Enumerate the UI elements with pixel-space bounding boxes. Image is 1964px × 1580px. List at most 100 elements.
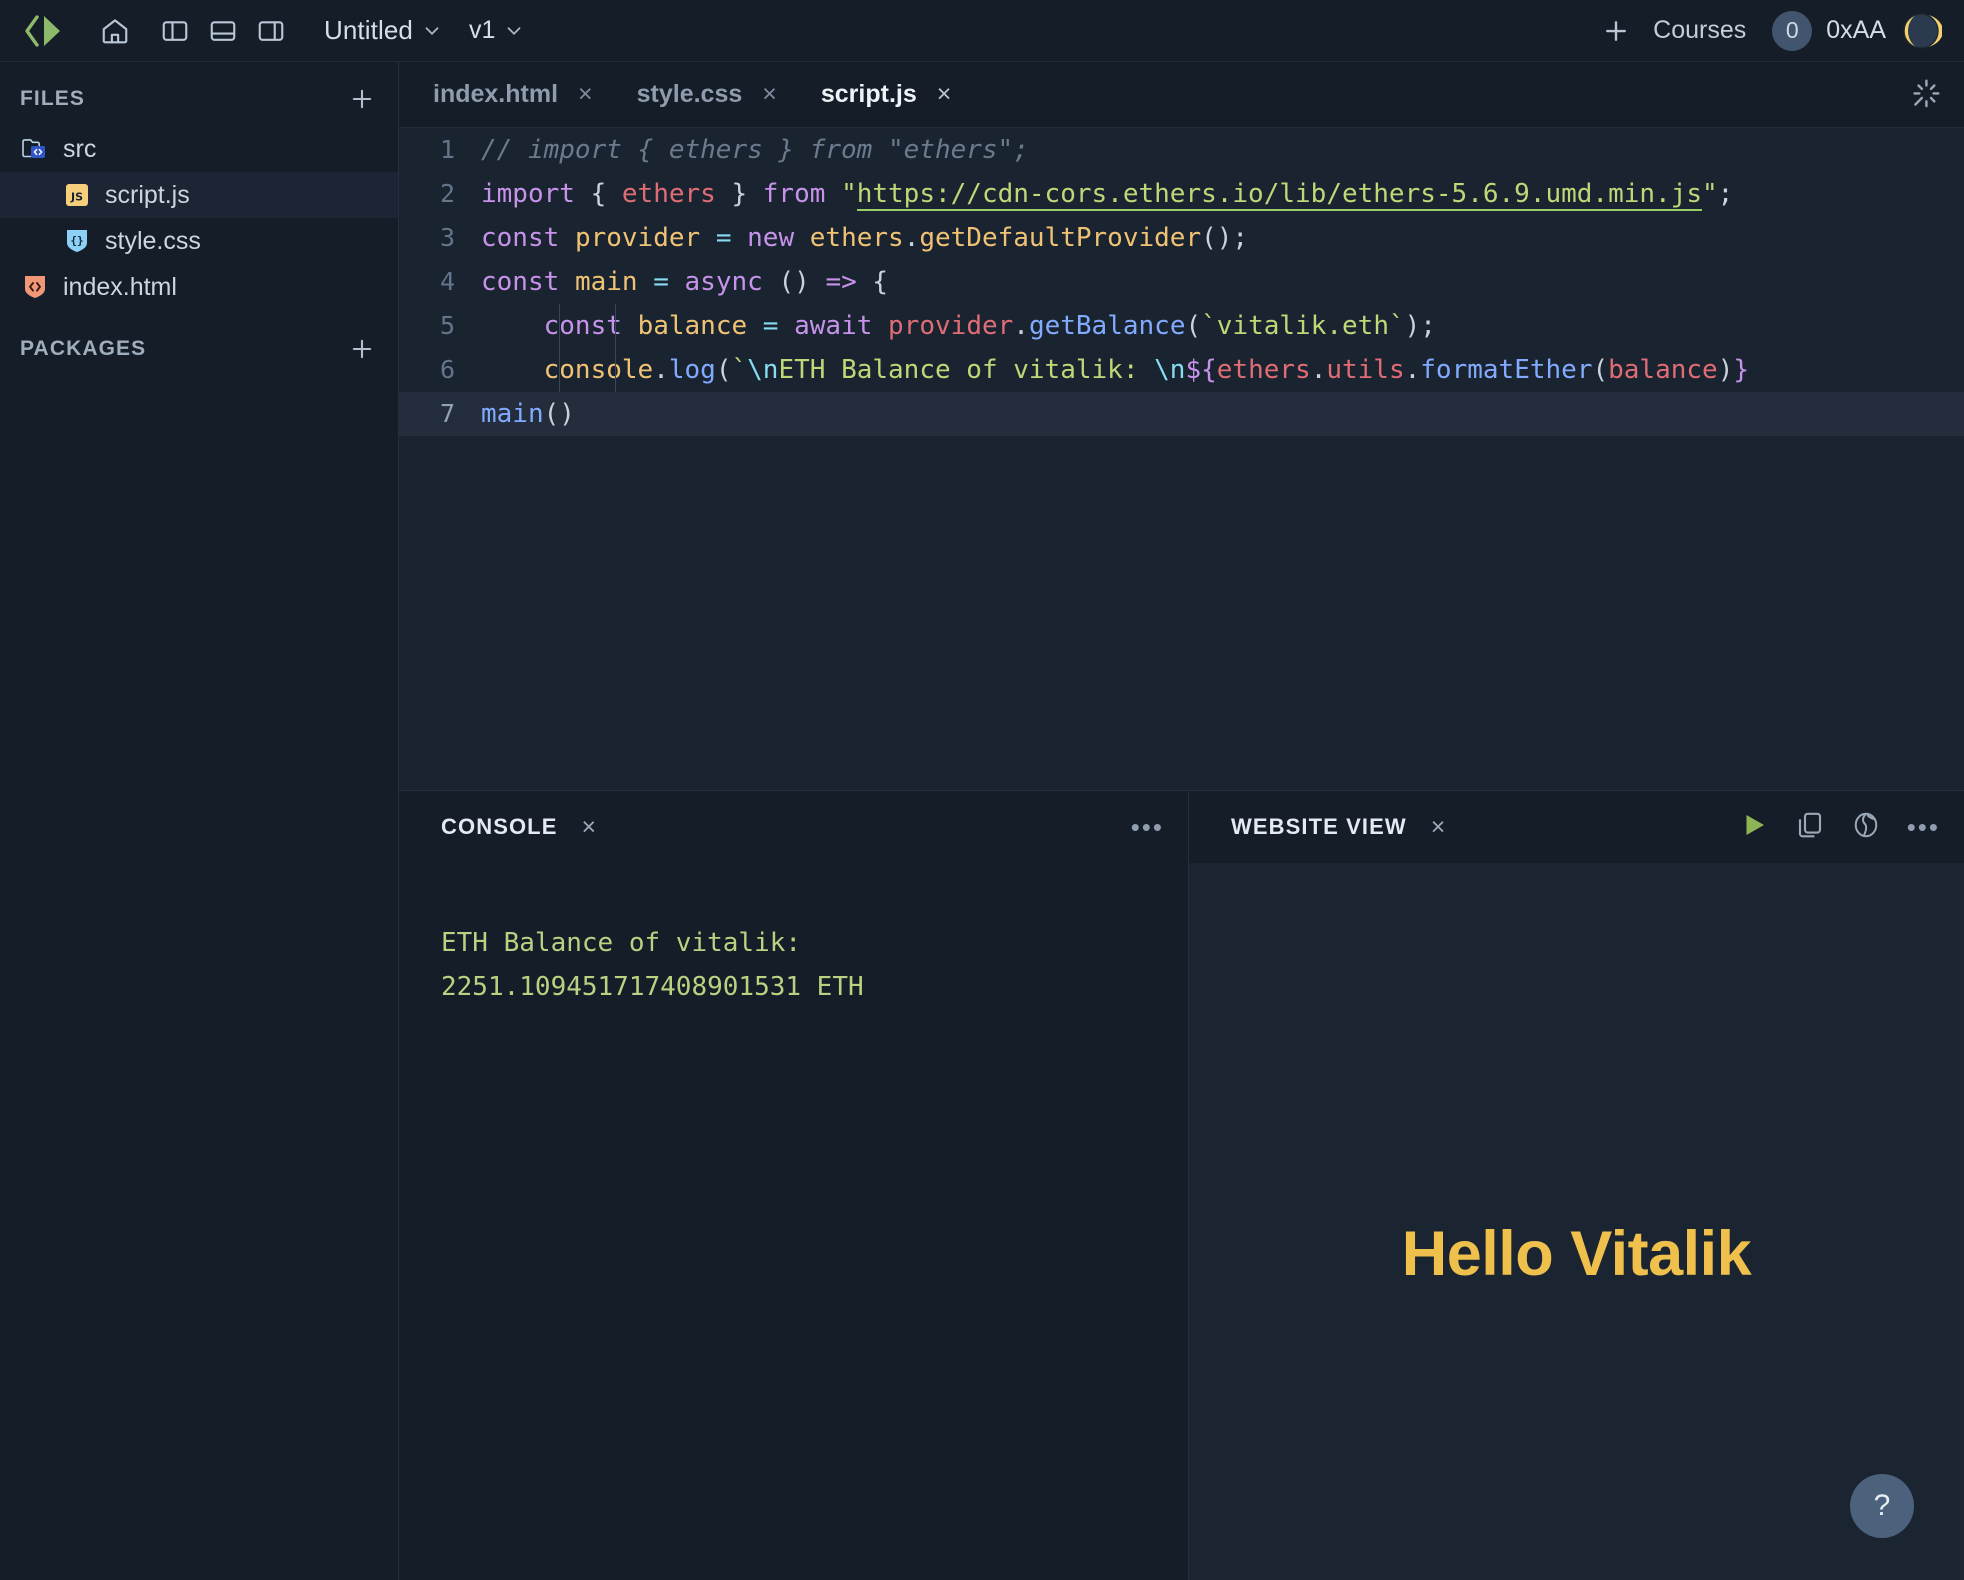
website-view-title: WEBSITE VIEW: [1231, 814, 1407, 840]
console-panel: CONSOLE × ••• ETH Balance of vitalik: 22…: [399, 791, 1189, 1580]
code-line-text: const balance = await provider.getBalanc…: [477, 304, 1436, 348]
chevron-down-icon[interactable]: [421, 20, 443, 42]
website-view-viewport: Hello Vitalik ?: [1189, 863, 1964, 1580]
code-line: 4 const main = async () => {: [399, 260, 1964, 304]
tab-label: index.html: [433, 80, 558, 109]
website-view-panel: WEBSITE VIEW ×: [1189, 791, 1964, 1580]
sparkle-ai-icon[interactable]: [1908, 75, 1942, 114]
code-line-text: const main = async () => {: [477, 260, 888, 304]
top-bar-left-group: Untitled v1: [18, 8, 525, 54]
project-title: Untitled: [324, 15, 413, 46]
close-icon[interactable]: ×: [762, 82, 777, 107]
account-name: 0xAA: [1826, 16, 1886, 45]
more-options-icon[interactable]: •••: [1907, 814, 1940, 840]
code-line: 5 const balance = await provider.getBala…: [399, 304, 1964, 348]
file-tree-item-style-css[interactable]: {} style.css: [0, 218, 398, 264]
line-number: 2: [399, 172, 477, 216]
code-area: 1 // import { ethers } from "ethers"; 2 …: [399, 128, 1964, 436]
svg-text:{}: {}: [70, 234, 83, 247]
files-section-header: FILES: [0, 72, 398, 126]
website-view-header: WEBSITE VIEW ×: [1189, 791, 1964, 863]
code-line-text: console.log(`\nETH Balance of vitalik: \…: [477, 348, 1749, 392]
layout-bottom-panel-icon[interactable]: [200, 8, 246, 54]
play-run-icon[interactable]: [1739, 810, 1769, 845]
help-button[interactable]: ?: [1850, 1474, 1914, 1538]
code-line-text: main(): [477, 392, 575, 436]
code-line: 2 import { ethers } from "https://cdn-co…: [399, 172, 1964, 216]
courses-link[interactable]: Courses: [1653, 16, 1746, 45]
console-panel-title: CONSOLE: [441, 814, 558, 840]
file-tree-item-label: src: [63, 135, 96, 164]
moon-theme-icon[interactable]: [1900, 10, 1942, 52]
file-tree-item-index-html[interactable]: index.html: [0, 264, 398, 310]
top-bar: Untitled v1 Courses 0 0xAA: [0, 0, 1964, 62]
code-line-text: // import { ethers } from "ethers";: [477, 128, 1029, 172]
close-icon[interactable]: ×: [582, 813, 597, 842]
copy-duplicate-icon[interactable]: [1795, 810, 1825, 845]
bottom-panels: CONSOLE × ••• ETH Balance of vitalik: 22…: [399, 790, 1964, 1580]
home-icon[interactable]: [92, 8, 138, 54]
file-tree-item-label: index.html: [63, 273, 177, 302]
js-file-icon: JS: [62, 180, 92, 210]
layout-right-panel-icon[interactable]: [248, 8, 294, 54]
css-file-icon: {}: [62, 226, 92, 256]
top-bar-right-group: Courses 0 0xAA: [1593, 8, 1942, 54]
file-tree-item-label: style.css: [105, 227, 201, 256]
code-line: 6 console.log(`\nETH Balance of vitalik:…: [399, 348, 1964, 392]
close-icon[interactable]: ×: [1431, 813, 1446, 842]
files-section-title: FILES: [20, 87, 85, 111]
code-line-text: const provider = new ethers.getDefaultPr…: [477, 216, 1248, 260]
line-number: 6: [399, 348, 477, 392]
line-number: 7: [399, 392, 477, 436]
code-line-text: import { ethers } from "https://cdn-cors…: [477, 172, 1733, 216]
console-panel-actions: •••: [1131, 814, 1164, 840]
close-icon[interactable]: ×: [937, 82, 952, 107]
code-line: 3 const provider = new ethers.getDefault…: [399, 216, 1964, 260]
more-options-icon[interactable]: •••: [1131, 814, 1164, 840]
svg-text:JS: JS: [70, 191, 83, 204]
editor-tab-bar: index.html × style.css × script.js ×: [399, 62, 1964, 128]
code-line-active: 7 main(): [399, 392, 1964, 436]
project-title-group[interactable]: Untitled: [324, 15, 443, 46]
chevron-down-icon[interactable]: [503, 20, 525, 42]
html-file-icon: [20, 272, 50, 302]
close-icon[interactable]: ×: [578, 82, 593, 107]
website-heading: Hello Vitalik: [1189, 1218, 1964, 1290]
file-tree-item-script-js[interactable]: JS script.js: [0, 172, 398, 218]
line-number: 4: [399, 260, 477, 304]
file-tree-item-label: script.js: [105, 181, 190, 210]
packages-section-title: PACKAGES: [20, 337, 146, 361]
tab-style-css[interactable]: style.css ×: [637, 80, 777, 109]
account-avatar-badge: 0: [1772, 11, 1812, 51]
folder-src-icon: [20, 134, 50, 164]
file-tree-item-src[interactable]: src: [0, 126, 398, 172]
sidebar: FILES src: [0, 62, 399, 1580]
console-output: ETH Balance of vitalik: 2251.10945171740…: [399, 863, 1188, 1580]
version-selector[interactable]: v1: [469, 16, 525, 45]
line-number: 1: [399, 128, 477, 172]
line-number: 3: [399, 216, 477, 260]
globe-open-browser-icon[interactable]: [1851, 810, 1881, 845]
version-label: v1: [469, 16, 495, 45]
code-logo-icon[interactable]: [18, 8, 70, 54]
body-row: FILES src: [0, 62, 1964, 1580]
code-editor[interactable]: 1 // import { ethers } from "ethers"; 2 …: [399, 128, 1964, 790]
main-column: index.html × style.css × script.js ×: [399, 62, 1964, 1580]
editor-toolbar-right: [1908, 75, 1964, 114]
line-number: 5: [399, 304, 477, 348]
account-group[interactable]: 0 0xAA: [1772, 11, 1886, 51]
new-item-plus-icon[interactable]: [1593, 8, 1639, 54]
tab-script-js[interactable]: script.js ×: [821, 80, 951, 109]
website-view-actions: •••: [1739, 810, 1940, 845]
layout-toggle-group: [152, 8, 294, 54]
code-line: 1 // import { ethers } from "ethers";: [399, 128, 1964, 172]
add-file-icon[interactable]: [348, 85, 376, 113]
layout-left-panel-icon[interactable]: [152, 8, 198, 54]
app-root: Untitled v1 Courses 0 0xAA: [0, 0, 1964, 1580]
packages-section-header: PACKAGES: [0, 322, 398, 376]
tab-index-html[interactable]: index.html ×: [433, 80, 593, 109]
add-package-icon[interactable]: [348, 335, 376, 363]
tab-label: script.js: [821, 80, 917, 109]
tab-label: style.css: [637, 80, 743, 109]
console-panel-header: CONSOLE × •••: [399, 791, 1188, 863]
